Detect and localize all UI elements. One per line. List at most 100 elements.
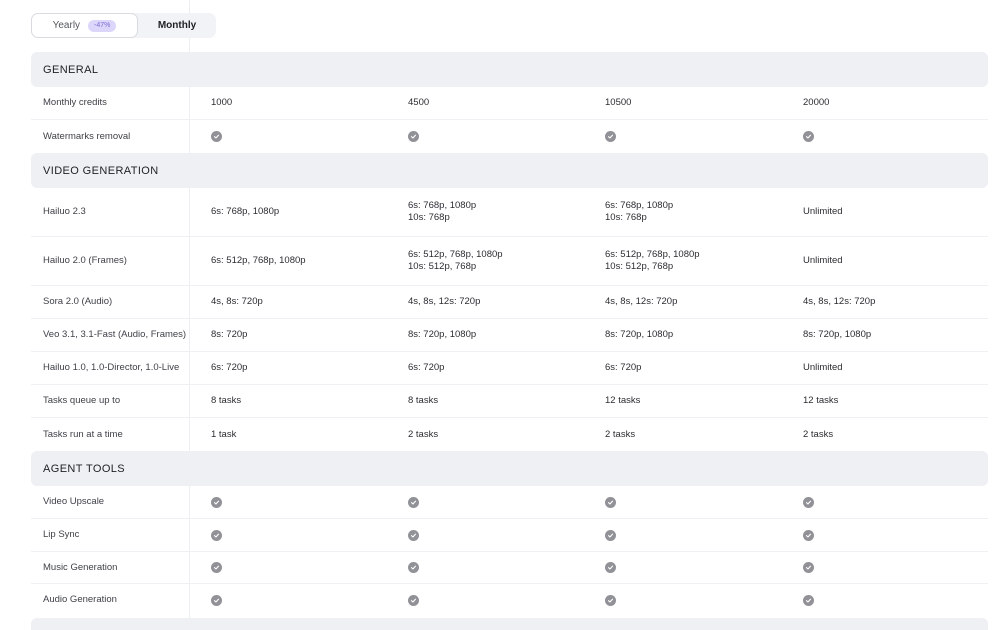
plan-4-value <box>803 519 983 551</box>
table-row-tasks-queue: Tasks queue up to 8 tasks 8 tasks 12 tas… <box>31 385 988 418</box>
plan-3-value: 10500 <box>605 97 632 108</box>
plan-2-value <box>408 120 598 153</box>
check-icon <box>211 594 222 606</box>
check-icon <box>605 529 616 541</box>
plan-1-value <box>211 552 401 583</box>
row-label: Tasks run at a time <box>43 428 123 440</box>
plan-1-value: 6s: 512p, 768p, 1080p <box>211 237 401 285</box>
plan-4-value: 12 tasks <box>803 395 839 406</box>
check-icon <box>803 562 814 573</box>
plan-1-value <box>211 120 401 153</box>
discount-badge: -47% <box>88 19 117 32</box>
plan-3-value <box>605 519 795 551</box>
monthly-option[interactable]: Monthly <box>138 13 216 38</box>
billing-period-toggle: Yearly -47% Monthly <box>31 13 216 38</box>
plan-2-value: 8s: 720p, 1080p <box>408 329 477 340</box>
row-label: Hailuo 1.0, 1.0-Director, 1.0-Live <box>43 362 180 373</box>
check-icon <box>605 594 616 606</box>
check-icon <box>605 131 616 142</box>
plan-4-value <box>803 120 983 153</box>
plan-3-value <box>605 120 795 153</box>
plan-3-value: 12 tasks <box>605 395 641 406</box>
check-icon <box>605 562 616 573</box>
plan-4-value <box>803 552 983 583</box>
plan-3-value: 6s: 768p, 1080p 10s: 768p <box>605 188 795 236</box>
plan-2-value <box>408 552 598 583</box>
plan-1-value: 1 task <box>211 428 237 440</box>
section-header-agent-tools: AGENT TOOLS <box>31 451 988 486</box>
plan-2-value: 2 tasks <box>408 428 439 440</box>
row-label: Audio Generation <box>43 594 117 605</box>
plan-2-value: 8 tasks <box>408 395 439 406</box>
plan-4-value <box>803 584 983 616</box>
plan-1-value: 8 tasks <box>211 395 242 406</box>
check-icon <box>211 562 222 573</box>
plan-2-text: 6s: 768p, 1080p 10s: 768p <box>408 200 477 223</box>
plan-4-value: 20000 <box>803 97 830 108</box>
table-row-veo-3-1: Veo 3.1, 3.1-Fast (Audio, Frames) 8s: 72… <box>31 319 988 352</box>
check-icon <box>211 131 222 142</box>
row-label: Video Upscale <box>43 496 105 507</box>
section-header-general: GENERAL <box>31 52 988 87</box>
plan-1-value <box>211 486 401 518</box>
table-row-music-generation: Music Generation <box>31 552 988 584</box>
plan-4-value: Unlimited <box>803 188 983 236</box>
plan-3-value: 4s, 8s, 12s: 720p <box>605 296 678 307</box>
plan-2-value: 4s, 8s, 12s: 720p <box>408 296 481 307</box>
check-icon <box>408 131 419 142</box>
plan-2-value <box>408 519 598 551</box>
plan-1-value: 8s: 720p <box>211 329 248 340</box>
comparison-table: GENERAL Monthly credits 1000 4500 10500 … <box>31 0 988 630</box>
check-icon <box>803 529 814 541</box>
row-label: Watermarks removal <box>43 130 131 142</box>
plan-3-value: 8s: 720p, 1080p <box>605 329 674 340</box>
yearly-option[interactable]: Yearly -47% <box>31 13 138 38</box>
plan-4-value: 8s: 720p, 1080p <box>803 329 872 340</box>
plan-1-value <box>211 519 401 551</box>
plan-3-value <box>605 552 795 583</box>
plan-4-value <box>803 486 983 518</box>
plan-4-value: Unlimited <box>803 362 843 373</box>
table-row-watermarks-removal: Watermarks removal <box>31 120 988 153</box>
plan-3-value: 2 tasks <box>605 428 636 440</box>
check-icon <box>408 496 419 508</box>
plan-1-value: 6s: 768p, 1080p <box>211 188 401 236</box>
table-row-tasks-run: Tasks run at a time 1 task 2 tasks 2 tas… <box>31 418 988 451</box>
plan-2-value: 6s: 720p <box>408 362 445 373</box>
section-header-next <box>31 618 988 630</box>
plan-4-value: 4s, 8s, 12s: 720p <box>803 296 876 307</box>
check-icon <box>803 594 814 606</box>
check-icon <box>408 529 419 541</box>
row-label: Music Generation <box>43 561 118 573</box>
plan-1-value <box>211 584 401 616</box>
check-icon <box>211 496 222 508</box>
check-icon <box>803 131 814 142</box>
plan-2-text: 6s: 512p, 768p, 1080p 10s: 512p, 768p <box>408 249 503 272</box>
row-label: Monthly credits <box>43 97 107 108</box>
plan-4-value: 2 tasks <box>803 428 834 440</box>
table-row-hailuo-1-0: Hailuo 1.0, 1.0-Director, 1.0-Live 6s: 7… <box>31 352 988 385</box>
plan-1-value: 4s, 8s: 720p <box>211 296 263 307</box>
plan-3-text: 6s: 768p, 1080p 10s: 768p <box>605 200 674 223</box>
row-label: Veo 3.1, 3.1-Fast (Audio, Frames) <box>43 329 187 340</box>
plan-2-value: 6s: 768p, 1080p 10s: 768p <box>408 188 598 236</box>
row-label: Tasks queue up to <box>43 395 121 406</box>
plan-3-value: 6s: 720p <box>605 362 642 373</box>
check-icon <box>408 562 419 573</box>
plan-1-value: 6s: 720p <box>211 362 248 373</box>
check-icon <box>605 496 616 508</box>
row-label: Hailuo 2.3 <box>43 206 86 217</box>
section-header-video-generation: VIDEO GENERATION <box>31 153 988 188</box>
plan-1-text: 6s: 512p, 768p, 1080p <box>211 255 306 266</box>
check-icon <box>408 594 419 606</box>
plan-4-text: Unlimited <box>803 206 843 217</box>
table-row-hailuo-2-3: Hailuo 2.3 6s: 768p, 1080p 6s: 768p, 108… <box>31 188 988 237</box>
plan-3-value: 6s: 512p, 768p, 1080p 10s: 512p, 768p <box>605 237 795 285</box>
plan-4-text: Unlimited <box>803 255 843 266</box>
plan-3-value <box>605 486 795 518</box>
plan-3-value <box>605 584 795 616</box>
row-label: Lip Sync <box>43 529 80 540</box>
check-icon <box>803 496 814 508</box>
plan-2-value <box>408 584 598 616</box>
table-row-sora-2-0-audio: Sora 2.0 (Audio) 4s, 8s: 720p 4s, 8s, 12… <box>31 286 988 319</box>
